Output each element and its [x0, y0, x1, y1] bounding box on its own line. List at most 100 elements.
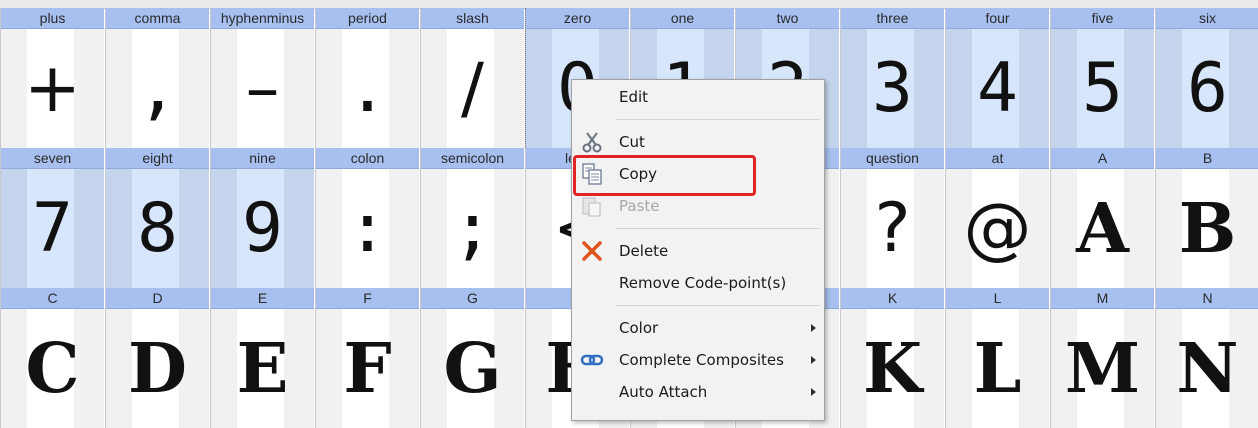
glyph-preview: 5: [1051, 29, 1154, 148]
glyph-name-label: slash: [421, 8, 524, 29]
menu-item-paste[interactable]: Paste: [572, 191, 824, 221]
glyph-cell[interactable]: KK: [840, 288, 944, 428]
glyph-name-label: M: [1051, 288, 1154, 309]
glyph-name-label: semicolon: [421, 148, 524, 169]
glyph-char: –: [245, 48, 280, 128]
glyph-char: +: [24, 48, 81, 128]
menu-label-auto-attach: Auto Attach: [619, 383, 708, 401]
glyph-name-label: E: [211, 288, 314, 309]
menu-label-color: Color: [619, 319, 659, 337]
glyph-preview: K: [841, 309, 944, 428]
glyph-cell[interactable]: plus +: [0, 8, 104, 148]
glyph-cell[interactable]: semicolon;: [420, 148, 524, 288]
glyph-preview: :: [316, 169, 419, 288]
glyph-char: ,: [137, 48, 178, 128]
glyph-char: 6: [1187, 48, 1228, 128]
glyph-cell[interactable]: LL: [945, 288, 1049, 428]
menu-label-copy: Copy: [619, 165, 658, 183]
glyph-char: ;: [452, 188, 493, 268]
delete-x-icon: [580, 239, 604, 263]
glyph-preview: ?: [841, 169, 944, 288]
glyph-cell[interactable]: NN: [1155, 288, 1258, 428]
glyph-name-label: G: [421, 288, 524, 309]
glyph-char: 3: [872, 48, 913, 128]
menu-separator: [616, 305, 820, 306]
glyph-char: E: [236, 328, 289, 409]
glyph-preview: E: [211, 309, 314, 428]
glyph-preview: .: [316, 29, 419, 148]
glyph-preview: L: [946, 309, 1049, 428]
menu-item-cut[interactable]: Cut: [572, 127, 824, 157]
submenu-arrow-icon: [811, 388, 816, 396]
glyph-preview: ;: [421, 169, 524, 288]
glyph-name-label: F: [316, 288, 419, 309]
menu-label-paste: Paste: [619, 197, 660, 215]
menu-item-edit[interactable]: Edit: [572, 82, 824, 112]
glyph-preview: 3: [841, 29, 944, 148]
glyph-char: M: [1064, 328, 1141, 409]
paste-icon: [580, 194, 604, 218]
glyph-preview: 6: [1156, 29, 1258, 148]
glyph-cell[interactable]: DD: [105, 288, 209, 428]
menu-item-auto-attach[interactable]: Auto Attach: [572, 377, 824, 407]
glyph-name-label: B: [1156, 148, 1258, 169]
glyph-char: 9: [242, 188, 283, 268]
glyph-char: A: [1076, 188, 1129, 269]
glyph-name-label: C: [1, 288, 104, 309]
menu-item-remove-codepoints[interactable]: Remove Code-point(s): [572, 268, 824, 298]
glyph-cell[interactable]: comma,: [105, 8, 209, 148]
glyph-cell[interactable]: colon:: [315, 148, 419, 288]
glyph-name-label: seven: [1, 148, 104, 169]
glyph-cell[interactable]: five 5: [1050, 8, 1154, 148]
glyph-char: 7: [32, 188, 73, 268]
glyph-name-label: period: [316, 8, 419, 29]
glyph-cell[interactable]: slash /: [420, 8, 524, 148]
menu-separator: [616, 119, 820, 120]
glyph-name-label: question: [841, 148, 944, 169]
glyph-char: @: [963, 188, 1032, 268]
glyph-name-label: A: [1051, 148, 1154, 169]
glyph-cell[interactable]: nine 9: [210, 148, 314, 288]
glyph-preview: D: [106, 309, 209, 428]
glyph-cell[interactable]: question?: [840, 148, 944, 288]
menu-item-delete[interactable]: Delete: [572, 236, 824, 266]
menu-label-edit: Edit: [619, 88, 649, 106]
glyph-cell[interactable]: three 3: [840, 8, 944, 148]
glyph-cell[interactable]: CC: [0, 288, 104, 428]
link-icon: [580, 348, 604, 372]
glyph-preview: @: [946, 169, 1049, 288]
glyph-name-label: eight: [106, 148, 209, 169]
glyph-char: B: [1178, 188, 1237, 269]
glyph-char: N: [1176, 328, 1239, 409]
glyph-cell[interactable]: six 6: [1155, 8, 1258, 148]
glyph-cell[interactable]: at @: [945, 148, 1049, 288]
context-menu: Edit Cut Copy Paste Delete Remove Code-p…: [571, 79, 825, 421]
glyph-cell[interactable]: hyphenminus –: [210, 8, 314, 148]
glyph-name-label: four: [946, 8, 1049, 29]
copy-icon: [580, 162, 604, 186]
glyph-char: F: [343, 328, 392, 409]
glyph-cell[interactable]: MM: [1050, 288, 1154, 428]
glyph-cell[interactable]: four 4: [945, 8, 1049, 148]
glyph-cell[interactable]: GG: [420, 288, 524, 428]
glyph-name-label: six: [1156, 8, 1258, 29]
glyph-char: 5: [1082, 48, 1123, 128]
menu-item-color[interactable]: Color: [572, 313, 824, 343]
menu-item-copy[interactable]: Copy: [572, 159, 824, 189]
menu-label-complete-composites: Complete Composites: [619, 351, 784, 369]
glyph-cell[interactable]: eight 8: [105, 148, 209, 288]
glyph-name-label: colon: [316, 148, 419, 169]
glyph-cell[interactable]: EE: [210, 288, 314, 428]
menu-item-complete-composites[interactable]: Complete Composites: [572, 345, 824, 375]
glyph-preview: N: [1156, 309, 1258, 428]
glyph-preview: ,: [106, 29, 209, 148]
glyph-name-label: K: [841, 288, 944, 309]
submenu-arrow-icon: [811, 324, 816, 332]
glyph-char: L: [973, 328, 1022, 409]
glyph-cell[interactable]: AA: [1050, 148, 1154, 288]
glyph-cell[interactable]: seven 7: [0, 148, 104, 288]
glyph-name-label: N: [1156, 288, 1258, 309]
glyph-cell[interactable]: BB: [1155, 148, 1258, 288]
glyph-cell[interactable]: FF: [315, 288, 419, 428]
glyph-cell[interactable]: period.: [315, 8, 419, 148]
